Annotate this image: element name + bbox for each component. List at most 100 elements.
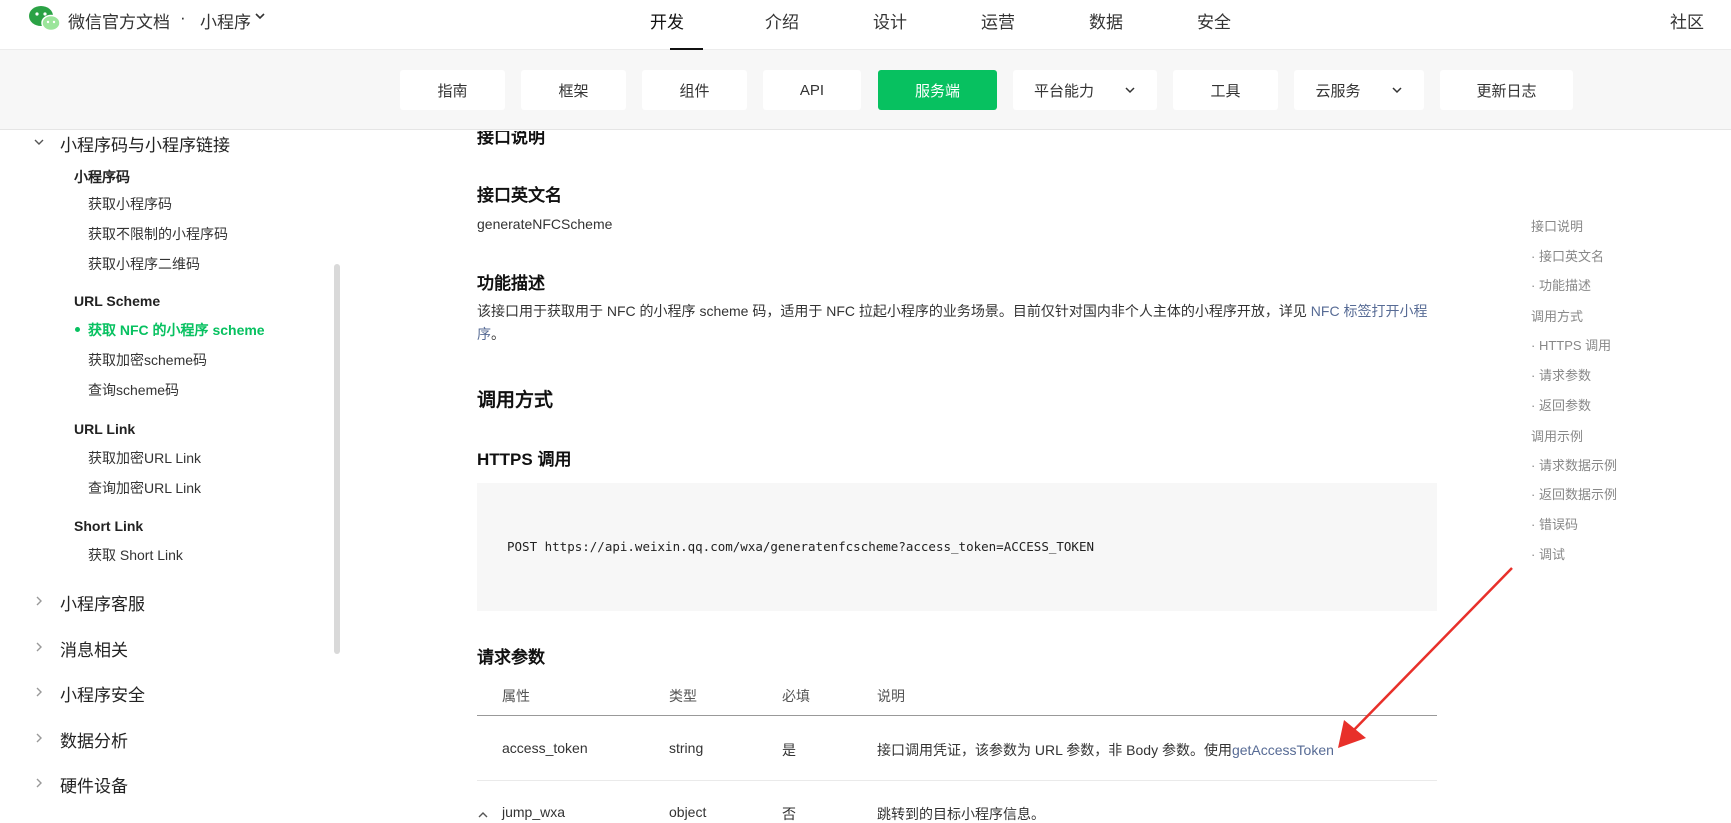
code-block: POST https://api.weixin.qq.com/wxa/gener… (477, 483, 1437, 611)
params-table-header: 属性 类型 必填 说明 (477, 676, 1437, 716)
toc-item[interactable]: · 错误码 (1531, 514, 1578, 533)
col-type: 类型 (669, 688, 697, 704)
chevron-right-icon[interactable] (34, 596, 44, 606)
toc-item[interactable]: 调用方式 (1531, 306, 1583, 325)
sidebar-section-title: URL Scheme (74, 293, 161, 309)
param-name: access_token (502, 740, 588, 756)
sidebar-link[interactable]: 查询scheme码 (88, 380, 179, 400)
heading-https-call: HTTPS 调用 (477, 450, 572, 469)
table-row: jump_wxa object 否 跳转到的目标小程序信息。 (477, 781, 1437, 823)
col-attribute: 属性 (502, 688, 530, 704)
heading-function-desc: 功能描述 (477, 274, 545, 293)
sidebar-link[interactable]: 获取加密scheme码 (88, 350, 207, 370)
subnav-api[interactable]: API (763, 70, 861, 110)
nav-intro[interactable]: 介绍 (728, 0, 836, 50)
toc-item[interactable]: 接口说明 (1531, 216, 1583, 235)
top-bar: 微信官方文档 · 小程序 开发 介绍 设计 运营 数据 安全 社区 (0, 0, 1731, 50)
nav-community[interactable]: 社区 (1670, 8, 1704, 33)
heading-en-name: 接口英文名 (477, 186, 562, 205)
subnav-components[interactable]: 组件 (642, 70, 747, 110)
subnav-platform[interactable]: 平台能力 (1013, 70, 1157, 110)
toc-item[interactable]: 调用示例 (1531, 426, 1583, 445)
param-required: 是 (782, 742, 796, 758)
toc-item[interactable]: · 返回参数 (1531, 395, 1591, 414)
nav-security[interactable]: 安全 (1160, 0, 1268, 50)
nav-develop[interactable]: 开发 (650, 0, 728, 50)
subnav-framework[interactable]: 框架 (521, 70, 626, 110)
chevron-down-icon[interactable] (253, 9, 267, 23)
sidebar-link[interactable]: 获取不限制的小程序码 (88, 224, 228, 244)
description-text: 该接口用于获取用于 NFC 的小程序 scheme 码，适用于 NFC 拉起小程… (477, 303, 1311, 319)
chevron-right-icon[interactable] (34, 733, 44, 743)
subnav-tools[interactable]: 工具 (1173, 70, 1278, 110)
nav-data[interactable]: 数据 (1052, 0, 1160, 50)
sidebar-group[interactable]: 消息相关 (60, 636, 128, 661)
sidebar-group[interactable]: 小程序安全 (60, 681, 145, 706)
wechat-logo-icon[interactable] (28, 4, 62, 32)
sidebar-link-active[interactable]: 获取 NFC 的小程序 scheme (88, 320, 265, 340)
heading-request-params: 请求参数 (477, 648, 545, 667)
chevron-down-icon[interactable] (34, 137, 44, 147)
param-desc-text: 接口调用凭证，该参数为 URL 参数，非 Body 参数。使用 (877, 742, 1232, 758)
toc-item[interactable]: · 接口英文名 (1531, 246, 1604, 265)
chevron-up-icon[interactable] (477, 809, 489, 821)
sub-nav: 指南 框架 组件 API 服务端 平台能力 工具 云服务 更新日志 (0, 50, 1731, 130)
function-description: 该接口用于获取用于 NFC 的小程序 scheme 码，适用于 NFC 拉起小程… (477, 300, 1437, 346)
sidebar-section-title: 小程序码 (74, 169, 130, 185)
subnav-guide[interactable]: 指南 (400, 70, 505, 110)
toc-item[interactable]: · 返回数据示例 (1531, 484, 1617, 503)
col-description: 说明 (877, 688, 905, 704)
interface-en-name: generateNFCScheme (477, 216, 613, 232)
heading-call-method: 调用方式 (477, 390, 554, 411)
main-content: 接口说明 接口英文名 generateNFCScheme 功能描述 该接口用于获… (341, 131, 1461, 823)
sidebar-group[interactable]: 数据分析 (60, 727, 128, 752)
sidebar-link[interactable]: 获取小程序码 (88, 194, 172, 214)
chevron-down-icon (1125, 87, 1135, 94)
sidebar-link[interactable]: 获取小程序二维码 (88, 254, 200, 274)
param-desc: 接口调用凭证，该参数为 URL 参数，非 Body 参数。使用getAccess… (877, 740, 1334, 760)
annotation-arrow-icon (1338, 567, 1513, 748)
sidebar: 小程序码与小程序链接 小程序码 获取小程序码 获取不限制的小程序码 获取小程序二… (0, 131, 340, 823)
table-row: access_token string 是 接口调用凭证，该参数为 URL 参数… (477, 717, 1437, 781)
param-type: string (669, 740, 704, 756)
request-url: POST https://api.weixin.qq.com/wxa/gener… (507, 539, 1094, 554)
nav-design[interactable]: 设计 (836, 0, 944, 50)
subnav-cloud[interactable]: 云服务 (1294, 70, 1424, 110)
chevron-right-icon[interactable] (34, 687, 44, 697)
nav-operations[interactable]: 运营 (944, 0, 1052, 50)
heading-interface-desc: 接口说明 (477, 131, 545, 147)
subnav-cloud-label: 云服务 (1315, 82, 1361, 100)
brand-separator: · (180, 8, 186, 27)
param-type: object (669, 804, 707, 820)
param-required: 否 (782, 806, 796, 822)
sidebar-link[interactable]: 查询加密URL Link (88, 478, 201, 498)
sidebar-scrollbar[interactable] (334, 264, 340, 654)
sidebar-group[interactable]: 硬件设备 (60, 772, 128, 797)
toc-item[interactable]: · 调试 (1531, 544, 1565, 563)
sidebar-section-title: URL Link (74, 421, 136, 437)
nfc-doc-link-tail[interactable]: 序 (477, 326, 491, 342)
toc-item[interactable]: · HTTPS 调用 (1531, 335, 1611, 354)
subnav-platform-label: 平台能力 (1033, 82, 1094, 100)
chevron-down-icon (1391, 87, 1402, 94)
col-required: 必填 (782, 688, 810, 704)
product-switcher[interactable]: 小程序 (200, 8, 251, 33)
sidebar-link[interactable]: 获取 Short Link (88, 545, 183, 565)
toc-item[interactable]: · 请求数据示例 (1531, 455, 1617, 474)
sidebar-group[interactable]: 小程序客服 (60, 590, 145, 615)
toc-item[interactable]: · 功能描述 (1531, 275, 1591, 294)
chevron-right-icon[interactable] (34, 778, 44, 788)
active-dot (75, 327, 80, 332)
toc-item[interactable]: · 请求参数 (1531, 365, 1591, 384)
subnav-changelog[interactable]: 更新日志 (1440, 70, 1573, 110)
description-end: 。 (491, 326, 505, 342)
top-nav: 开发 介绍 设计 运营 数据 安全 (650, 0, 1268, 50)
sidebar-group-qrcode-links[interactable]: 小程序码与小程序链接 (60, 131, 230, 156)
sidebar-section-title: Short Link (74, 518, 144, 534)
brand-title[interactable]: 微信官方文档 (68, 8, 170, 33)
subnav-server[interactable]: 服务端 (878, 70, 997, 110)
param-name: jump_wxa (502, 804, 566, 820)
sidebar-link[interactable]: 获取加密URL Link (88, 448, 201, 468)
chevron-right-icon[interactable] (34, 642, 44, 652)
nfc-doc-link[interactable]: NFC 标签打开小程 (1311, 303, 1428, 319)
